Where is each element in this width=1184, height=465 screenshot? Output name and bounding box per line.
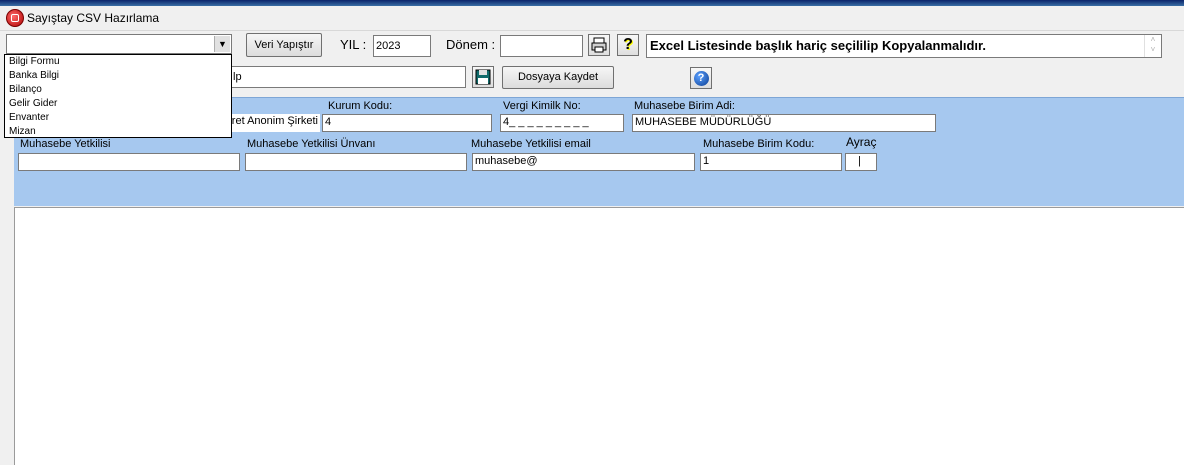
dropdown-option[interactable]: Bilgi Formu: [5, 55, 231, 69]
yil-input[interactable]: 2023: [373, 35, 431, 57]
message-scrollbar[interactable]: ˄ ˅: [1144, 35, 1161, 57]
report-type-combo[interactable]: ▼: [6, 34, 232, 54]
message-text: Excel Listesinde başlık hariç seçililip …: [650, 38, 986, 53]
kurum-kodu-input[interactable]: 4: [322, 114, 492, 132]
dropdown-option[interactable]: Mizan: [5, 125, 231, 139]
dropdown-option[interactable]: Gelir Gider: [5, 97, 231, 111]
unvani-input[interactable]: [245, 153, 467, 171]
birim-adi-input[interactable]: MUHASEBE MÜDÜRLÜĞÜ: [632, 114, 936, 132]
save-disk-icon: [475, 69, 491, 85]
kurum-kodu-label: Kurum Kodu:: [328, 100, 393, 112]
birim-adi-label: Muhasebe Birim Adi:: [634, 100, 735, 112]
dropdown-option[interactable]: Bilanço: [5, 83, 231, 97]
print-button[interactable]: [588, 34, 610, 56]
chevron-down-icon[interactable]: ▼: [214, 36, 230, 52]
email-label: Muhasebe Yetkilisi email: [471, 138, 591, 150]
donem-input[interactable]: [500, 35, 583, 57]
yetkilisi-label: Muhasebe Yetkilisi: [20, 138, 111, 150]
message-box: Excel Listesinde başlık hariç seçililip …: [646, 34, 1162, 58]
app-icon: [6, 9, 24, 27]
help-button[interactable]: ?: [617, 34, 639, 56]
yil-label: YIL :: [340, 37, 367, 52]
question-mark-icon: ?: [623, 36, 633, 53]
title-bar: [0, 6, 1184, 31]
yetkilisi-input[interactable]: [18, 153, 240, 171]
email-input[interactable]: muhasebe@: [472, 153, 695, 171]
help-circle-icon: ?: [693, 71, 709, 86]
unvani-label: Muhasebe Yetkilisi Ünvanı: [247, 138, 376, 150]
data-grid[interactable]: [14, 207, 1184, 465]
printer-icon: [591, 37, 607, 53]
window-title: Sayıştay CSV Hazırlama: [27, 11, 160, 25]
birim-kodu-input[interactable]: 1: [700, 153, 842, 171]
ayrac-label: Ayraç: [846, 135, 877, 149]
donem-label: Dönem :: [446, 37, 496, 52]
birim-kodu-label: Muhasebe Birim Kodu:: [703, 138, 815, 150]
path-input[interactable]: lp: [230, 66, 466, 88]
dropdown-option[interactable]: Banka Bilgi: [5, 69, 231, 83]
save-file-button[interactable]: [472, 66, 494, 88]
info-button[interactable]: ?: [690, 67, 712, 89]
dropdown-option[interactable]: Envanter: [5, 111, 231, 125]
vergi-label: Vergi Kimilk No:: [503, 100, 581, 112]
veri-yapistir-button[interactable]: Veri Yapıştır: [246, 33, 322, 57]
ayrac-input[interactable]: |: [845, 153, 877, 171]
report-type-dropdown[interactable]: Bilgi Formu Banka Bilgi Bilanço Gelir Gi…: [4, 54, 232, 138]
dosyaya-kaydet-button[interactable]: Dosyaya Kaydet: [502, 66, 614, 89]
vergi-input[interactable]: 4_ _ _ _ _ _ _ _ _: [500, 114, 624, 132]
